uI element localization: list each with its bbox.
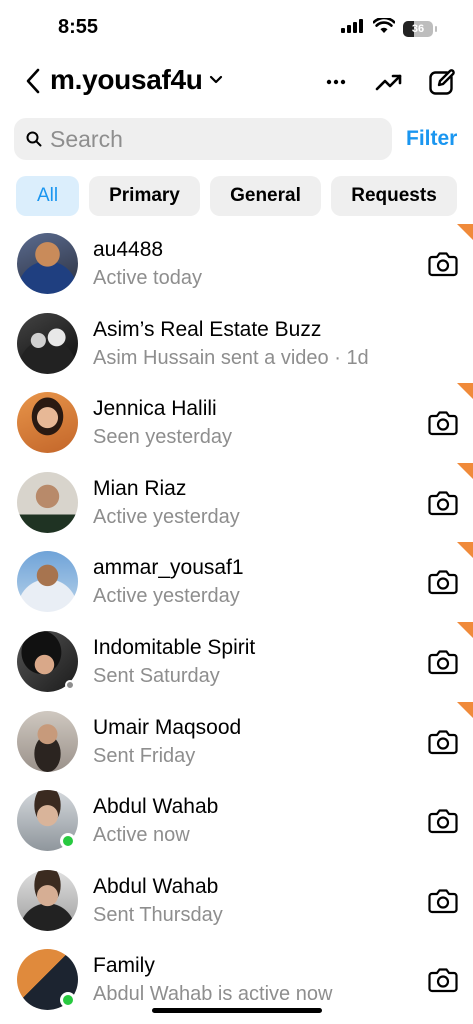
- online-indicator: [60, 992, 76, 1009]
- conversation-name: Umair Maqsood: [93, 715, 242, 739]
- avatar: [17, 710, 78, 772]
- unread-flag: [457, 224, 473, 240]
- conversation-name: Asim’s Real Estate Buzz: [93, 317, 322, 341]
- avatar: [17, 551, 78, 613]
- camera-icon[interactable]: [428, 490, 458, 516]
- conversation-last-message: Asim Hussain sent a video · 1d: [93, 346, 369, 369]
- avatar: [17, 233, 78, 294]
- unread-flag: [457, 383, 473, 400]
- conversation-status: Active today: [93, 267, 202, 289]
- tab-requests[interactable]: Requests: [331, 176, 457, 216]
- search-bar[interactable]: [14, 118, 392, 160]
- conversation-row[interactable]: Jennica Halili Seen yesterday: [0, 383, 473, 463]
- filter-button[interactable]: Filter: [406, 127, 457, 151]
- header: m.yousaf4u: [0, 56, 473, 106]
- account-switcher[interactable]: m.yousaf4u: [50, 64, 223, 96]
- conversation-name: Jennica Halili: [93, 397, 217, 421]
- conversation-status: Seen yesterday: [93, 426, 232, 449]
- conversation-name: Abdul Wahab: [93, 795, 219, 819]
- conversation-row[interactable]: Asim’s Real Estate Buzz Asim Hussain sen…: [0, 304, 473, 384]
- camera-icon[interactable]: [428, 808, 458, 834]
- conversation-row[interactable]: Umair Maqsood Sent Friday: [0, 701, 473, 782]
- unread-flag: [457, 542, 473, 559]
- conversation-name: Family: [93, 954, 155, 978]
- camera-icon[interactable]: [428, 649, 458, 675]
- avatar: [17, 312, 78, 374]
- unread-flag: [457, 621, 473, 638]
- trending-up-icon: [375, 74, 402, 91]
- battery-icon: 36: [403, 20, 433, 37]
- conversation-list: au4488 Active today Asim’s Real Estate B…: [0, 224, 473, 1020]
- avatar: [17, 392, 78, 454]
- new-message-button[interactable]: [426, 66, 458, 98]
- conversation-name: Abdul Wahab: [93, 874, 219, 898]
- conversation-name: Indomitable Spirit: [93, 635, 256, 659]
- wifi-icon: [372, 16, 396, 39]
- chevron-down-icon: [209, 75, 222, 84]
- conversation-status: Active yesterday: [93, 585, 240, 608]
- status-dot: [65, 679, 75, 690]
- battery-tip: [435, 25, 437, 32]
- search-input[interactable]: [50, 118, 380, 160]
- compose-icon: [429, 69, 455, 95]
- conversation-status: Sent Thursday: [93, 903, 223, 926]
- filter-tabs: All Primary General Requests: [16, 176, 457, 216]
- conversation-status: Abdul Wahab is active now: [93, 983, 333, 1006]
- conversation-name: au4488: [93, 238, 164, 261]
- tab-all[interactable]: All: [16, 176, 79, 216]
- conversation-status: Active yesterday: [93, 505, 240, 528]
- conversation-row[interactable]: Abdul Wahab Active now: [0, 781, 473, 861]
- trending-button[interactable]: [373, 66, 405, 98]
- status-bar: 8:55 36: [0, 0, 473, 54]
- conversation-name: ammar_yousaf1: [93, 556, 244, 580]
- username: m.yousaf4u: [50, 64, 203, 95]
- search-icon: [26, 131, 42, 147]
- signal-icon: [341, 19, 365, 38]
- camera-icon[interactable]: [428, 569, 458, 595]
- battery-percent: 36: [411, 22, 425, 35]
- unread-flag: [457, 701, 473, 718]
- camera-icon[interactable]: [428, 251, 458, 277]
- avatar: [17, 471, 78, 533]
- conversation-row[interactable]: au4488 Active today: [0, 224, 473, 304]
- tab-primary[interactable]: Primary: [89, 176, 200, 216]
- chevron-left-icon: [26, 68, 40, 94]
- status-time: 8:55: [58, 16, 99, 38]
- status-icons: 36: [341, 16, 437, 39]
- conversation-status: Sent Friday: [93, 744, 196, 767]
- camera-icon[interactable]: [428, 410, 458, 436]
- conversation-row[interactable]: Abdul Wahab Sent Thursday: [0, 861, 473, 941]
- conversation-row[interactable]: ammar_yousaf1 Active yesterday: [0, 542, 473, 622]
- camera-icon[interactable]: [428, 888, 458, 914]
- online-indicator: [60, 833, 76, 850]
- avatar: [17, 869, 78, 931]
- home-indicator: [152, 1008, 322, 1013]
- more-options-button[interactable]: [320, 66, 352, 98]
- conversation-name: Mian Riaz: [93, 476, 187, 500]
- more-horizontal-icon: [326, 79, 346, 85]
- camera-icon[interactable]: [428, 729, 458, 755]
- unread-flag: [457, 462, 473, 479]
- camera-icon[interactable]: [428, 967, 458, 993]
- tab-general[interactable]: General: [210, 176, 321, 216]
- back-button[interactable]: [18, 66, 48, 96]
- conversation-status: Sent Saturday: [93, 664, 220, 687]
- conversation-row[interactable]: Indomitable Spirit Sent Saturday: [0, 621, 473, 702]
- conversation-row[interactable]: Mian Riaz Active yesterday: [0, 462, 473, 543]
- conversation-status: Active now: [93, 824, 190, 847]
